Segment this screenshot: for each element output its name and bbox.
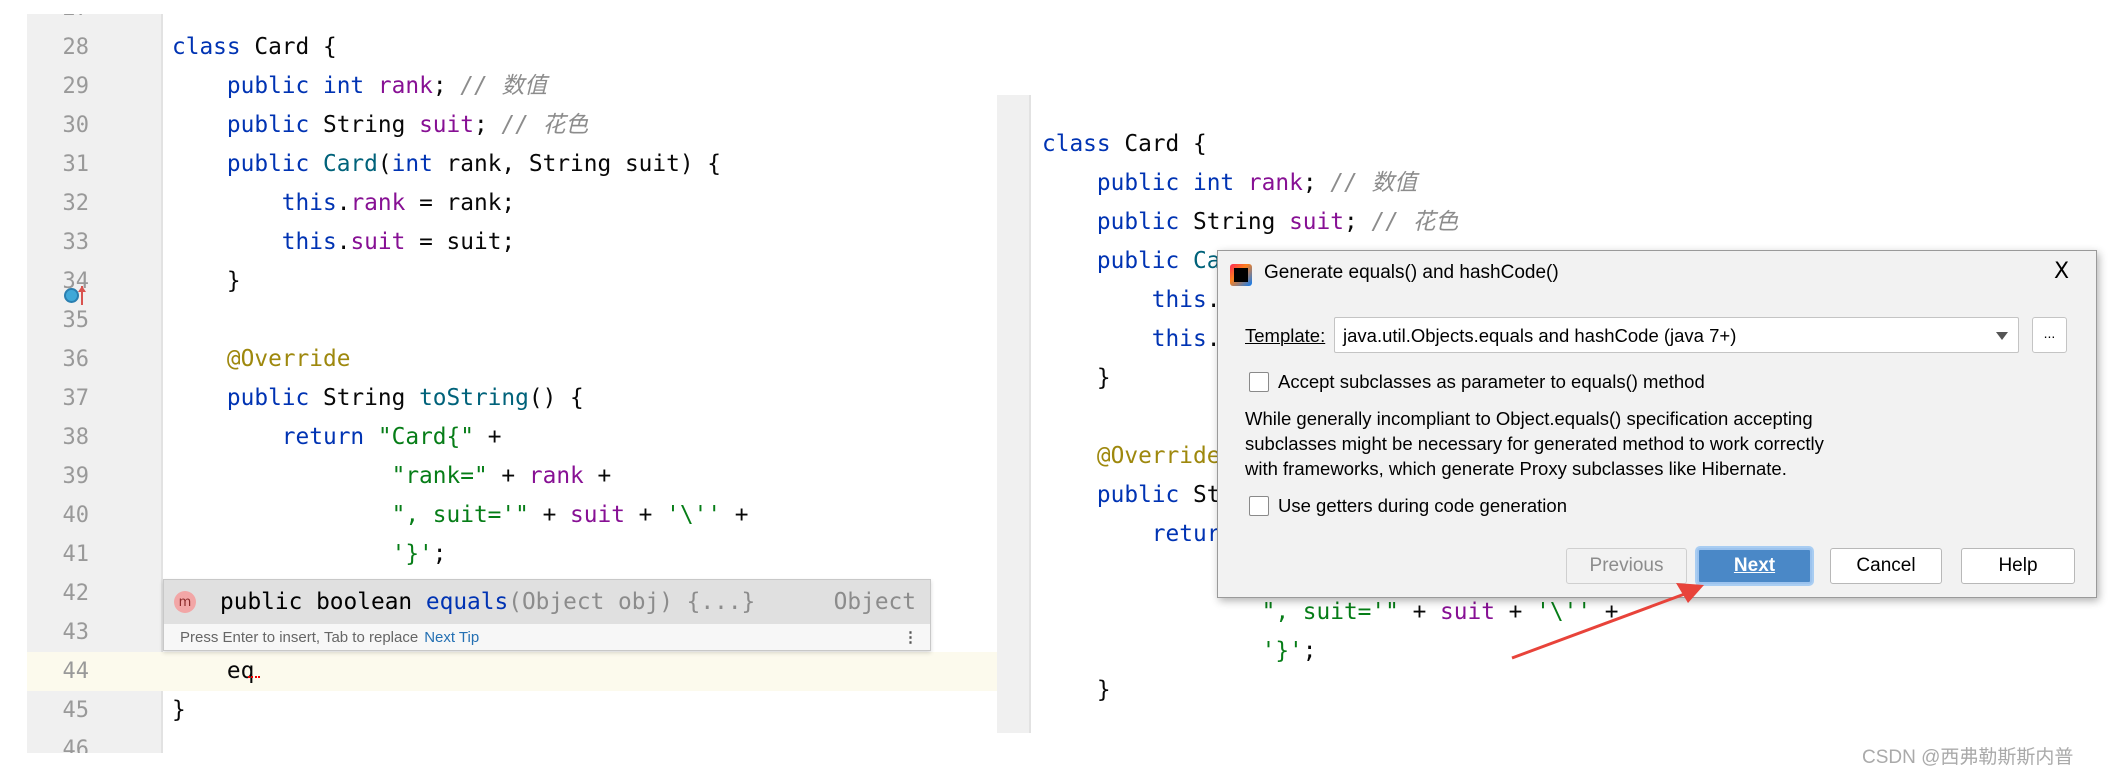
arrow-head [1676, 583, 1704, 603]
arrow-shaft [1511, 590, 1691, 660]
watermark: CSDN @西弗勒斯斯内普 [1862, 747, 2074, 768]
annotation-arrow [1511, 583, 1704, 660]
